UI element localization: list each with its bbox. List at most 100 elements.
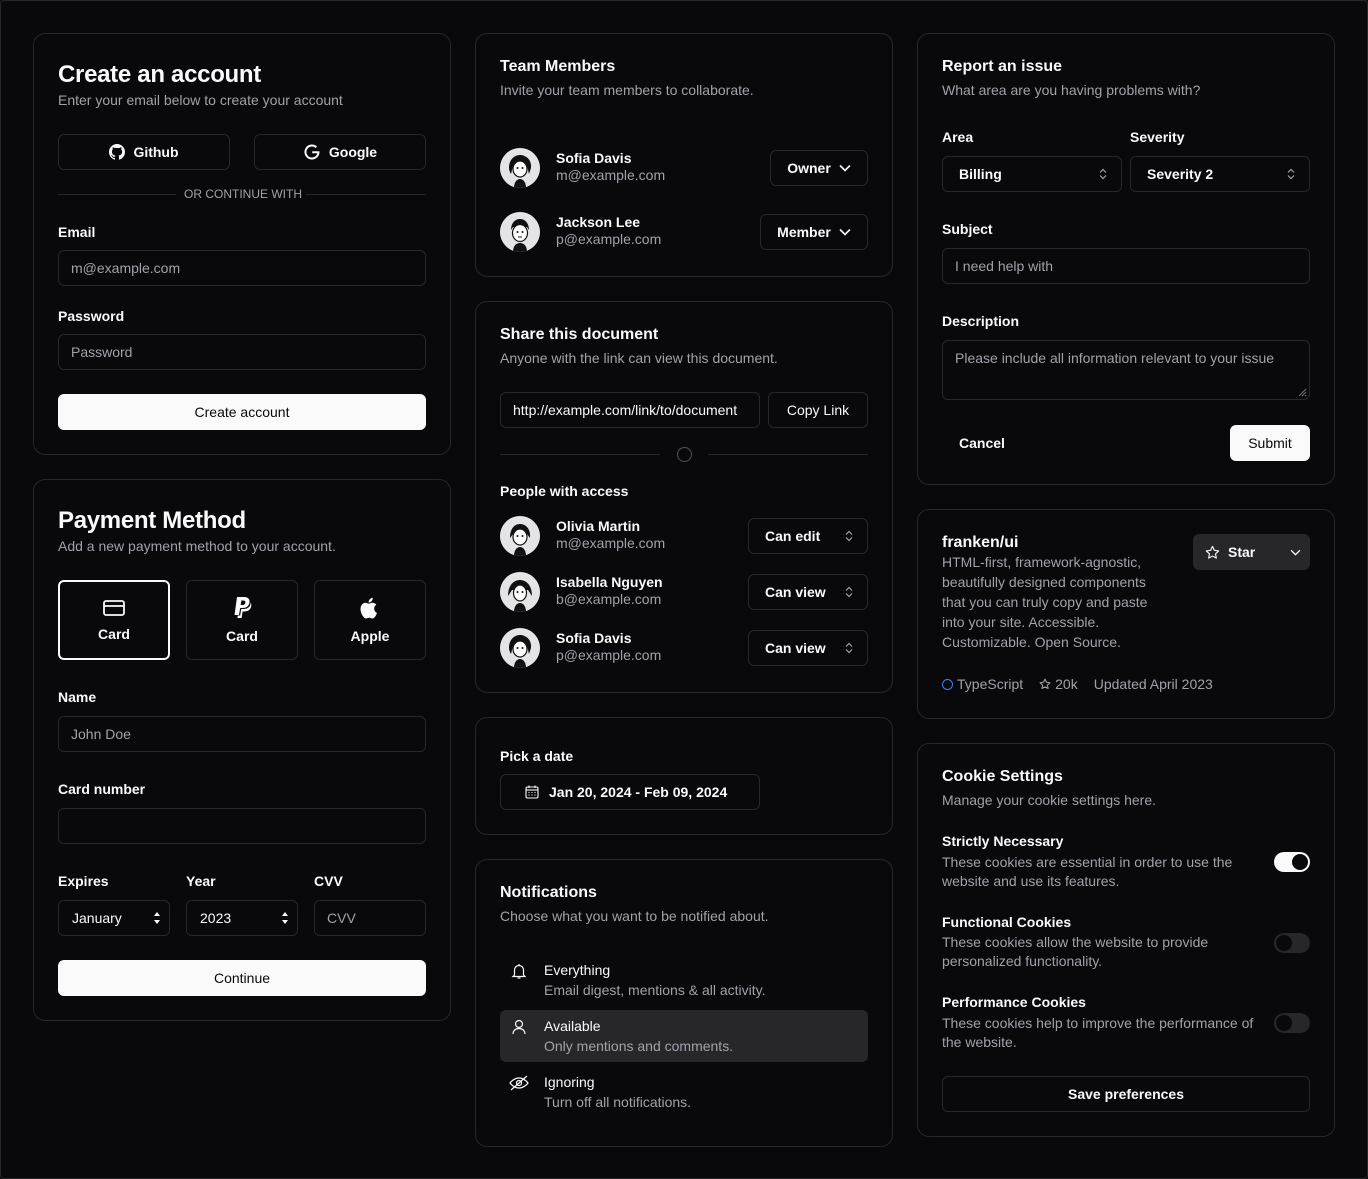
google-icon — [303, 143, 321, 161]
cookie-item-title: Functional Cookies — [942, 914, 1072, 930]
notification-desc: Turn off all notifications. — [544, 1094, 692, 1110]
expires-select[interactable]: January — [58, 900, 170, 936]
payment-option-paypal[interactable]: Card — [186, 580, 298, 660]
name-field[interactable]: John Doe — [58, 716, 426, 752]
cookie-toggle-performance[interactable] — [1274, 1013, 1310, 1033]
repo-name: franken/ui — [942, 534, 1019, 551]
expires-label: Expires — [58, 873, 109, 889]
payment-option-card[interactable]: Card — [58, 580, 170, 660]
share-subtitle: Anyone with the link can view this docum… — [500, 350, 778, 366]
area-value: Billing — [959, 166, 1002, 182]
subject-label: Subject — [942, 221, 993, 237]
severity-value: Severity 2 — [1147, 166, 1214, 182]
star-icon — [1039, 678, 1051, 690]
cvv-placeholder: CVV — [327, 910, 356, 926]
repo-description: HTML-first, framework-agnostic, beautifu… — [942, 554, 1148, 650]
cookie-item-title: Performance Cookies — [942, 994, 1086, 1010]
notification-option-everything[interactable]: Everything Email digest, mentions & all … — [500, 954, 868, 1006]
github-button[interactable]: Github — [58, 134, 230, 170]
save-preferences-button[interactable]: Save preferences — [942, 1076, 1310, 1112]
date-range-button[interactable]: Jan 20, 2024 - Feb 09, 2024 — [500, 774, 760, 810]
expires-value: January — [72, 910, 122, 926]
create-account-button[interactable]: Create account — [58, 394, 426, 430]
avatar — [500, 148, 540, 188]
repo-language-label: TypeScript — [957, 676, 1024, 692]
permission-select[interactable]: Can view — [748, 630, 868, 666]
divider-line-left — [500, 454, 660, 455]
cookie-toggle-functional[interactable] — [1274, 933, 1310, 953]
cookie-title: Cookie Settings — [942, 768, 1063, 785]
avatar — [500, 516, 540, 556]
cancel-button[interactable]: Cancel — [942, 425, 1022, 461]
cookie-item-desc: These cookies allow the website to provi… — [942, 934, 1209, 969]
google-button[interactable]: Google — [254, 134, 426, 170]
github-label: Github — [133, 144, 179, 160]
cookie-subtitle: Manage your cookie settings here. — [942, 792, 1157, 808]
payment-option-apple[interactable]: Apple — [314, 580, 426, 660]
notification-title: Ignoring — [544, 1074, 595, 1090]
create-account-title: Create an account — [58, 61, 261, 88]
payment-option-paypal-label: Card — [226, 628, 258, 644]
payment-option-apple-label: Apple — [350, 628, 390, 644]
chevron-down-icon — [839, 228, 851, 236]
resize-handle-icon — [1297, 387, 1307, 397]
notification-desc: Email digest, mentions & all activity. — [544, 982, 766, 998]
share-document-card: Share this document Anyone with the link… — [475, 301, 893, 693]
google-label: Google — [328, 144, 378, 160]
member-role-button[interactable]: Owner — [770, 150, 868, 186]
divider-text: OR CONTINUE WITH — [184, 187, 302, 201]
permission-value: Can edit — [765, 528, 821, 544]
star-dropdown-button[interactable] — [1281, 534, 1310, 570]
bell-icon — [510, 962, 528, 980]
copy-link-label: Copy Link — [786, 402, 850, 418]
name-label: Name — [58, 689, 97, 705]
star-button[interactable]: Star — [1193, 534, 1273, 570]
star-icon — [1205, 545, 1220, 560]
repo-updated: Updated April 2023 — [1093, 676, 1213, 692]
credit-card-icon — [102, 598, 126, 618]
payment-title: Payment Method — [58, 507, 246, 534]
person-email: m@example.com — [556, 535, 666, 551]
person-name: Olivia Martin — [556, 518, 641, 534]
card-number-label: Card number — [58, 781, 146, 797]
chevrons-up-down-icon — [845, 530, 853, 542]
year-select[interactable]: 2023 — [186, 900, 298, 936]
user-icon — [510, 1018, 528, 1036]
toggle-knob — [1292, 854, 1308, 870]
email-field[interactable]: m@example.com — [58, 250, 426, 286]
member-role-button[interactable]: Member — [760, 214, 868, 250]
cookie-item-title: Strictly Necessary — [942, 833, 1064, 849]
password-field[interactable]: Password — [58, 334, 426, 370]
subject-field[interactable]: I need help with — [942, 248, 1310, 284]
cvv-field[interactable]: CVV — [314, 900, 426, 936]
toggle-knob — [1276, 1015, 1292, 1031]
github-icon — [109, 144, 126, 160]
severity-select[interactable]: Severity 2 — [1130, 156, 1310, 192]
star-label: Star — [1228, 544, 1256, 560]
card-number-field[interactable] — [58, 808, 426, 844]
permission-select[interactable]: Can edit — [748, 518, 868, 554]
subject-placeholder: I need help with — [955, 258, 1054, 274]
permission-select[interactable]: Can view — [748, 574, 868, 610]
notification-option-ignoring[interactable]: Ignoring Turn off all notifications. — [500, 1066, 868, 1118]
date-range-value: Jan 20, 2024 - Feb 09, 2024 — [549, 784, 728, 800]
share-link-field[interactable]: http://example.com/link/to/document — [500, 392, 760, 428]
copy-link-button[interactable]: Copy Link — [768, 392, 868, 428]
notification-option-available[interactable]: Available Only mentions and comments. — [500, 1010, 868, 1062]
continue-button[interactable]: Continue — [58, 960, 426, 996]
cookie-toggle-strictly-necessary[interactable] — [1274, 852, 1310, 872]
notification-title: Everything — [544, 962, 611, 978]
description-label: Description — [942, 313, 1020, 329]
chevrons-up-down-icon — [1287, 168, 1295, 180]
repo-stars: 20k — [1039, 676, 1078, 692]
submit-button[interactable]: Submit — [1230, 425, 1310, 461]
team-members-card: Team Members Invite your team members to… — [475, 33, 893, 277]
apple-icon — [359, 596, 381, 620]
chevron-down-icon — [839, 164, 851, 172]
password-label: Password — [58, 308, 125, 324]
notifications-card: Notifications Choose what you want to be… — [475, 859, 893, 1147]
description-textarea[interactable]: Please include all information relevant … — [942, 340, 1310, 400]
area-select[interactable]: Billing — [942, 156, 1122, 192]
password-placeholder: Password — [71, 344, 133, 360]
people-access-label: People with access — [500, 483, 629, 499]
